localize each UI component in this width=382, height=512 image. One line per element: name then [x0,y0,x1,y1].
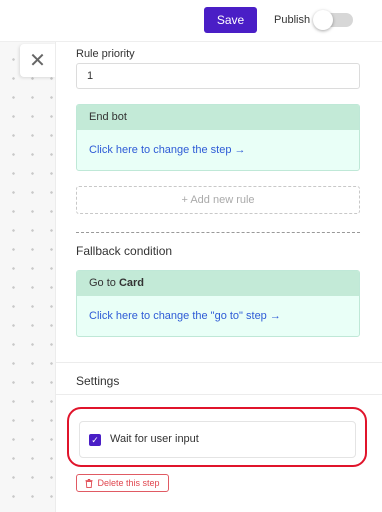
fallback-card-name: Card [118,277,145,289]
fallback-card-prefix: Go to [89,277,119,289]
settings-divider [56,362,382,363]
top-bar: Save Publish [0,0,382,42]
delete-step-button[interactable]: Delete this step [76,474,169,492]
rule-target-title: End bot [77,105,359,130]
save-button[interactable]: Save [204,7,257,33]
publish-label: Publish [274,14,311,26]
change-goto-step-link[interactable]: Click here to change the "go to" step → [77,296,359,336]
add-new-rule-button[interactable]: + Add new rule [76,186,360,214]
rule-target-card: End bot Click here to change the step → [76,104,360,171]
publish-toggle-knob[interactable] [313,10,333,30]
settings-header-divider [56,394,382,395]
fallback-card-title: Go to Card [77,271,359,296]
change-step-link[interactable]: Click here to change the step → [77,130,359,170]
close-icon[interactable]: ✕ [29,51,46,71]
flow-canvas[interactable] [0,42,55,512]
trash-icon [85,478,93,488]
fallback-card: Go to Card Click here to change the "go … [76,270,360,337]
rule-priority-label: Rule priority [76,48,135,60]
fallback-condition-title: Fallback condition [76,244,173,258]
wait-for-user-input-option[interactable]: ✓ Wait for user input [79,421,356,458]
step-settings-panel: Rule priority End bot Click here to chan… [55,42,382,512]
rule-priority-input[interactable] [76,63,360,89]
delete-step-label: Delete this step [97,478,160,488]
publish-toggle[interactable] [313,10,353,30]
section-divider [76,232,360,233]
settings-title: Settings [76,374,120,388]
wait-for-user-input-label: Wait for user input [110,433,199,445]
close-panel-button[interactable]: ✕ [20,44,55,77]
wait-for-user-input-checkbox[interactable]: ✓ [89,434,101,446]
